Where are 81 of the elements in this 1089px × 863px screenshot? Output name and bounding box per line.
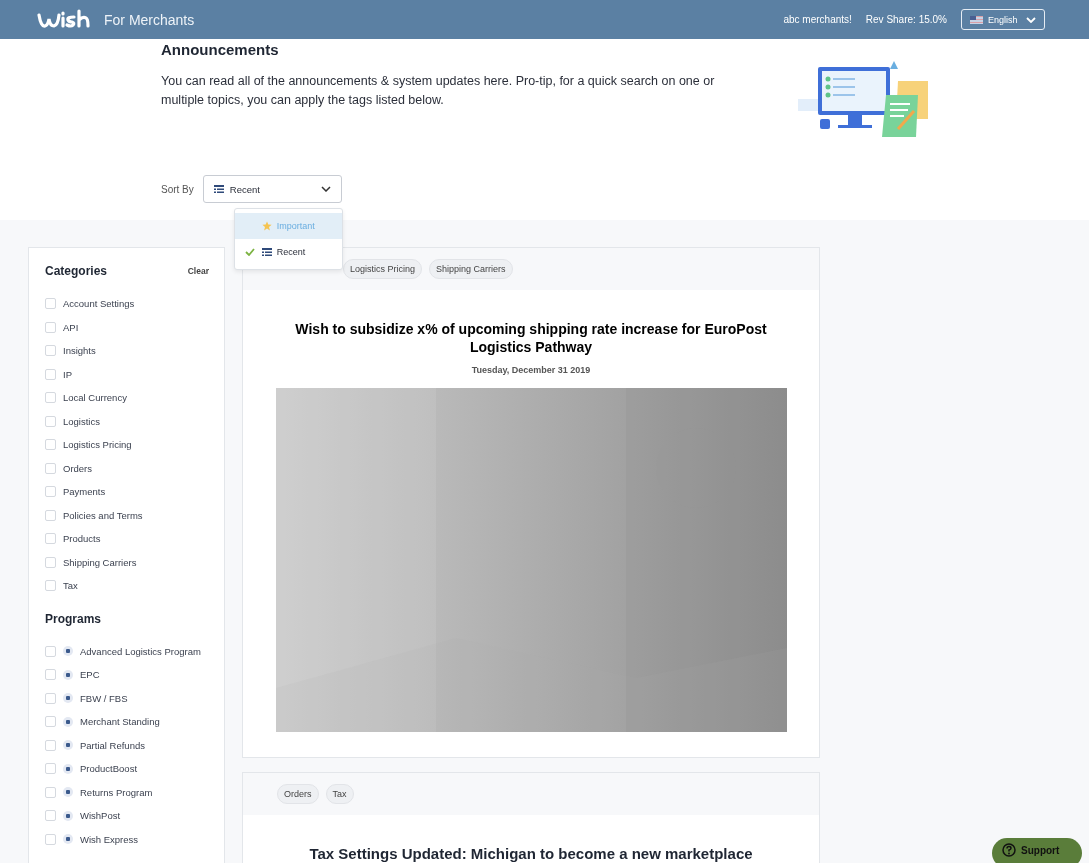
checkbox[interactable] (45, 368, 56, 380)
checkbox[interactable] (45, 321, 56, 333)
program-icon (63, 693, 73, 704)
program-label: EPC (80, 669, 100, 681)
section-heading: Categories (45, 264, 108, 278)
checkbox[interactable] (45, 462, 56, 474)
tag-chip[interactable]: Shipping Carriers (429, 259, 513, 279)
program-label: WishPost (80, 810, 121, 822)
announcement-title: Wish to subsidize x% of upcoming shipping rate increase for EuroPost Logistics Pathway (294, 320, 768, 356)
star-icon (261, 221, 272, 231)
checkbox[interactable] (45, 556, 56, 568)
category-label: Local Currency (63, 392, 127, 404)
program-label: Wish Express (80, 833, 139, 845)
support-button[interactable]: Support (992, 838, 1082, 863)
program-icon (63, 740, 73, 751)
flag-icon (970, 15, 983, 24)
brand-subtitle: For Merchants (104, 11, 195, 28)
category-label: Shipping Carriers (63, 556, 137, 568)
tag-chip[interactable]: Orders (277, 784, 319, 804)
list-icon (213, 184, 224, 194)
checkbox[interactable] (45, 392, 56, 404)
category-label: Products (63, 533, 101, 545)
category-label: Account Settings (63, 298, 135, 310)
sort-option[interactable]: Recent (234, 239, 342, 265)
checkbox[interactable] (45, 669, 56, 681)
category-label: Tax (63, 580, 78, 592)
tag-chip[interactable]: Tax (325, 784, 354, 804)
sort-select[interactable]: Recent (202, 175, 342, 203)
list-icon (261, 247, 272, 257)
checkbox[interactable] (45, 810, 56, 822)
program-icon (63, 646, 73, 657)
checkbox[interactable] (45, 645, 56, 657)
category-label: Orders (63, 462, 93, 474)
sort-label: Sort By (161, 183, 194, 195)
checkbox[interactable] (45, 298, 56, 310)
program-label: Returns Program (80, 786, 153, 798)
section-heading: Programs (45, 611, 103, 626)
category-label: IP (63, 368, 72, 380)
category-label: Payments (63, 486, 106, 498)
clear-link[interactable]: Clear (187, 266, 209, 276)
program-icon (63, 787, 73, 798)
category-label: Logistics (63, 415, 100, 427)
language-select[interactable]: English (961, 9, 1045, 30)
program-icon (63, 716, 73, 727)
program-label: Merchant Standing (80, 716, 160, 728)
page-title: Announcements (161, 40, 280, 58)
checkbox[interactable] (45, 786, 56, 798)
category-label: Policies and Terms (63, 509, 143, 521)
checkmark-icon (244, 248, 255, 256)
merchant-name: abc merchants! (783, 14, 852, 25)
checkbox[interactable] (45, 833, 56, 845)
program-icon (63, 834, 73, 845)
program-label: ProductBoost (80, 763, 138, 775)
category-label: Insights (63, 345, 96, 357)
checkbox[interactable] (45, 533, 56, 545)
intro-paragraph: You can read all of the announcements & system updates here. Pro-tip, for a quick search on one or multiple topics, you can apply the tags listed below. (161, 73, 716, 109)
checkbox[interactable] (45, 415, 56, 427)
program-label: FBW / FBS (80, 692, 128, 704)
help-icon (1002, 843, 1016, 857)
category-label: Logistics Pricing (63, 439, 132, 451)
category-label: API (63, 321, 79, 333)
chevron-down-icon (320, 186, 331, 192)
program-label: Partial Refunds (80, 739, 145, 751)
checkbox[interactable] (45, 580, 56, 592)
program-icon (63, 763, 73, 774)
program-icon (63, 810, 73, 821)
program-icon (63, 669, 73, 680)
checkbox[interactable] (45, 739, 56, 751)
program-label: Advanced Logistics Program (80, 645, 201, 657)
checkbox[interactable] (45, 439, 56, 451)
announcement-date: Tuesday, December 31 2019 (471, 365, 591, 375)
rev-share: Rev Share: 15.0% (865, 14, 947, 25)
checkbox[interactable] (45, 716, 56, 728)
chevron-down-icon (1026, 16, 1036, 23)
tag-chip[interactable]: Logistics Pricing (343, 259, 423, 279)
checkbox[interactable] (45, 486, 56, 498)
announcement-title: Tax Settings Updated: Michigan to become a new marketplace (308, 845, 754, 863)
checkbox[interactable] (45, 692, 56, 704)
checkbox[interactable] (45, 509, 56, 521)
checkbox[interactable] (45, 345, 56, 357)
checkbox[interactable] (45, 763, 56, 775)
